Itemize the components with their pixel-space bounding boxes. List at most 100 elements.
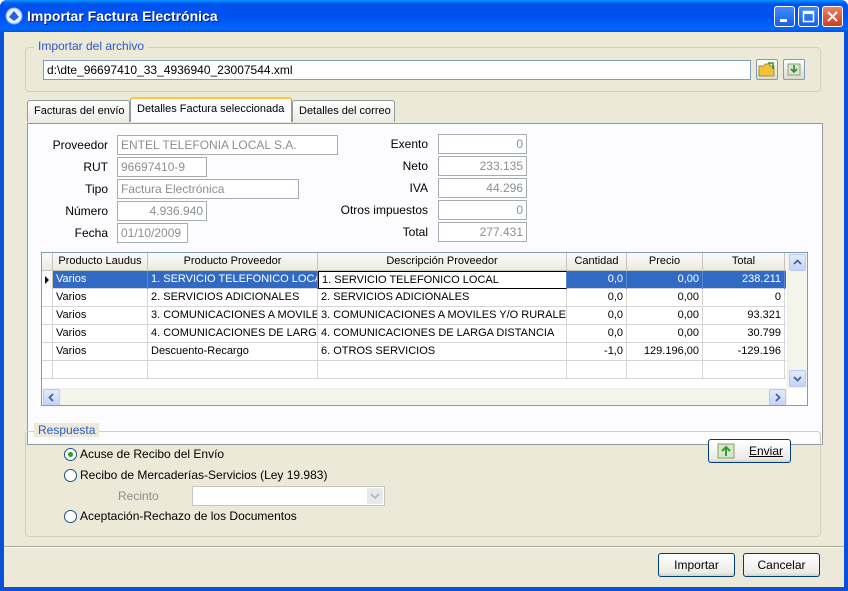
table-row[interactable]: Varios 1. SERVICIO TELEFONICO LOCAL 1. S… [42,271,786,289]
cell-precio[interactable]: 0,00 [627,271,703,289]
cell-descripcion-proveedor[interactable]: 3. COMUNICACIONES A MOVILES Y/O RURALES … [318,307,567,325]
cell-producto-proveedor[interactable]: 4. COMUNICACIONES DE LARGA DISTANCIA [148,325,318,343]
cell-producto-laudus[interactable]: Varios [53,271,148,289]
col-header-descripcion-proveedor[interactable]: Descripción Proveedor [318,253,567,271]
cell-cantidad[interactable]: 0,0 [567,325,627,343]
col-header-total[interactable]: Total [703,253,785,271]
cell-producto-proveedor[interactable]: 2. SERVICIOS ADICIONALES [148,289,318,307]
neto-label: Neto [402,159,428,173]
acuse-recibo-radio[interactable] [64,448,77,461]
cell-total[interactable]: 238.211 [703,271,785,289]
cell-producto-laudus[interactable]: Varios [53,289,148,307]
exento-label: Exento [390,137,428,151]
aceptacion-rechazo-label[interactable]: Aceptación-Rechazo de los Documentos [80,508,297,524]
table-row[interactable]: Varios 2. SERVICIOS ADICIONALES 2. SERVI… [42,289,786,307]
cell-empty[interactable] [148,361,318,379]
scroll-down-button[interactable] [789,370,806,387]
enviar-label: Enviar [749,444,784,458]
recinto-label: Recinto [118,489,159,503]
maximize-icon [802,10,815,23]
footer-separator [4,546,844,548]
grid-corner-header [42,253,53,271]
maximize-button[interactable] [798,6,819,27]
cell-total[interactable]: 30.799 [703,325,785,343]
product-grid[interactable]: Producto Laudus Producto Proveedor Descr… [41,252,808,406]
tab-detalles-factura[interactable]: Detalles Factura seleccionada [130,97,292,122]
close-button[interactable] [822,6,843,27]
cell-cantidad[interactable]: -1,0 [567,343,627,361]
cell-producto-laudus[interactable]: Varios [53,325,148,343]
importar-button[interactable]: Importar [658,553,735,577]
table-row[interactable]: Varios Descuento-Recargo 6. OTROS SERVIC… [42,343,786,361]
minimize-icon [780,19,787,22]
rut-field: 96697410-9 [117,157,207,177]
aceptacion-rechazo-radio[interactable] [64,510,77,523]
cell-producto-proveedor[interactable]: 3. COMUNICACIONES A MOVILES Y/O RURALES … [148,307,318,325]
row-selector[interactable] [42,343,53,361]
cell-precio[interactable]: 0,00 [627,325,703,343]
recibo-mercaderias-radio[interactable] [64,469,77,482]
import-file-legend: Importar del archivo [34,39,149,53]
cell-empty[interactable] [318,361,567,379]
row-selector[interactable] [42,325,53,343]
fecha-field: 01/10/2009 [117,223,188,243]
dialog-window: Importar Factura Electrónica Importar de… [0,0,848,591]
row-selector[interactable] [42,361,53,379]
cell-empty[interactable] [53,361,148,379]
cell-descripcion-proveedor-editing[interactable]: 1. SERVICIO TELEFONICO LOCAL [318,271,567,289]
cell-producto-laudus[interactable]: Varios [53,307,148,325]
tab-detalles-correo[interactable]: Detalles del correo [292,100,395,122]
cell-precio[interactable]: 0,00 [627,289,703,307]
neto-field: 233.135 [438,156,527,176]
acuse-recibo-label[interactable]: Acuse de Recibo del Envío [80,446,224,462]
col-header-cantidad[interactable]: Cantidad [567,253,627,271]
recibo-mercaderias-label[interactable]: Recibo de Mercaderías-Servicios (Ley 19.… [80,467,327,483]
cell-cantidad[interactable]: 0,0 [567,271,627,289]
file-path-input[interactable]: d:\dte_96697410_33_4936940_23007544.xml [43,60,751,80]
tab-facturas-envio[interactable]: Facturas del envío [27,100,130,122]
scroll-up-button[interactable] [789,254,806,271]
row-selector[interactable] [42,307,53,325]
col-header-producto-laudus[interactable]: Producto Laudus [53,253,148,271]
otros-impuestos-field: 0 [438,200,527,220]
download-button[interactable] [783,59,805,80]
enviar-button[interactable]: Enviar [708,439,791,463]
cell-total[interactable]: 0 [703,289,785,307]
iva-label: IVA [409,181,428,195]
scroll-right-button[interactable] [769,389,786,405]
cell-total[interactable]: 93.321 [703,307,785,325]
col-header-precio[interactable]: Precio [627,253,703,271]
grid-vertical-scrollbar[interactable] [787,253,807,388]
otros-impuestos-label: Otros impuestos [340,203,428,217]
cell-cantidad[interactable]: 0,0 [567,307,627,325]
cell-descripcion-proveedor[interactable]: 2. SERVICIOS ADICIONALES [318,289,567,307]
cell-descripcion-proveedor[interactable]: 6. OTROS SERVICIOS [318,343,567,361]
cell-empty[interactable] [567,361,627,379]
table-row[interactable]: Varios 3. COMUNICACIONES A MOVILES Y/O R… [42,307,786,325]
recinto-select[interactable] [192,486,385,506]
grid-horizontal-scrollbar[interactable] [42,388,787,405]
dropdown-arrow-icon[interactable] [367,488,383,504]
cell-precio[interactable]: 129.196,00 [627,343,703,361]
cell-empty[interactable] [703,361,785,379]
table-row[interactable]: Varios 4. COMUNICACIONES DE LARGA DISTAN… [42,325,786,343]
minimize-button[interactable] [774,6,795,27]
cancelar-button[interactable]: Cancelar [743,553,820,577]
scroll-left-button[interactable] [43,389,60,405]
title-bar[interactable]: Importar Factura Electrónica [0,0,848,32]
cell-cantidad[interactable]: 0,0 [567,289,627,307]
cell-empty[interactable] [627,361,703,379]
table-row-empty[interactable] [42,361,786,379]
cell-precio[interactable]: 0,00 [627,307,703,325]
tipo-field: Factura Electrónica [117,179,299,199]
cell-producto-proveedor[interactable]: 1. SERVICIO TELEFONICO LOCAL [148,271,318,289]
cell-descripcion-proveedor[interactable]: 4. COMUNICACIONES DE LARGA DISTANCIA [318,325,567,343]
row-pointer-icon [42,271,53,289]
cell-total[interactable]: -129.196 [703,343,785,361]
cell-producto-proveedor[interactable]: Descuento-Recargo [148,343,318,361]
total-field: 277.431 [438,222,527,242]
open-file-button[interactable] [756,59,778,80]
row-selector[interactable] [42,289,53,307]
col-header-producto-proveedor[interactable]: Producto Proveedor [148,253,318,271]
cell-producto-laudus[interactable]: Varios [53,343,148,361]
